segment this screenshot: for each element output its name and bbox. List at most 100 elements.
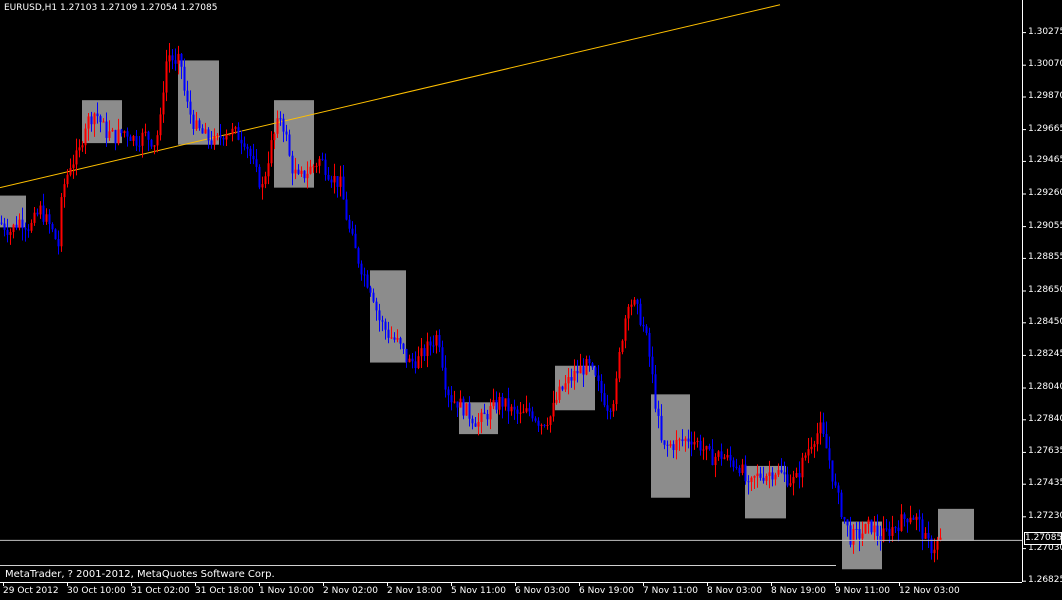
candle-body (783, 472, 786, 475)
candle-body (693, 442, 696, 445)
candle-body (762, 477, 765, 481)
candle-body (108, 131, 111, 138)
candle-body (492, 399, 495, 407)
candle-body (861, 533, 864, 539)
candle-body (675, 440, 678, 451)
chart-header: EURUSD,H1 1.27103 1.27109 1.27054 1.2708… (4, 3, 217, 14)
candle-body (405, 348, 408, 363)
candle-body (552, 402, 555, 417)
y-tick-label: 1.29665 (1028, 123, 1062, 134)
candle-body (846, 519, 849, 526)
candle-body (252, 155, 255, 160)
candle-body (666, 444, 669, 446)
candle-body (570, 377, 573, 381)
candle-body (735, 466, 738, 468)
y-tick-label: 1.30275 (1028, 26, 1062, 37)
candle-body (684, 438, 687, 442)
candle-body (873, 525, 876, 533)
candle-body (597, 375, 600, 381)
candle-body (789, 483, 792, 486)
candle-body (885, 528, 888, 530)
candle-body (600, 380, 603, 394)
candle-body (114, 130, 117, 144)
candle-body (585, 359, 588, 375)
chart-window[interactable]: EURUSD,H1 1.27103 1.27109 1.27054 1.2708… (0, 0, 1062, 600)
candle-body (294, 169, 297, 174)
candle-body (12, 224, 15, 232)
candle-body (921, 519, 924, 539)
candle-body (171, 55, 174, 61)
candle-body (450, 395, 453, 403)
candle-body (624, 318, 627, 341)
candle-body (63, 184, 66, 198)
y-tick-label: 1.28650 (1028, 285, 1062, 295)
candle-body (621, 340, 624, 353)
candle-body (441, 347, 444, 368)
candle-body (360, 263, 363, 275)
candle-body (459, 398, 462, 408)
candle-body (798, 473, 801, 478)
candle-body (768, 472, 771, 476)
x-tick-label: 5 Nov 11:00 (451, 586, 506, 596)
x-tick-label: 6 Nov 03:00 (515, 586, 570, 596)
candle-body (936, 539, 939, 550)
candle-body (27, 229, 30, 231)
candle-body (642, 324, 645, 327)
candle-body (168, 55, 171, 62)
candle-body (657, 408, 660, 416)
candle-body (84, 128, 87, 146)
candle-body (363, 274, 366, 276)
candle-body (504, 398, 507, 407)
x-tick-label: 9 Nov 11:00 (835, 586, 890, 596)
copyright-text: MetaTrader, ? 2001-2012, MetaQuotes Soft… (5, 569, 275, 580)
candle-body (525, 408, 528, 412)
y-tick-label: 1.28450 (1028, 316, 1062, 327)
candle-body (855, 528, 858, 530)
candle-body (219, 135, 222, 139)
symbol-label: EURUSD,H1 (4, 3, 58, 13)
candle-body (429, 341, 432, 346)
candle-body (141, 132, 144, 146)
candle-body (396, 338, 399, 340)
candle-body (690, 441, 693, 445)
candle-body (894, 527, 897, 529)
candle-body (534, 418, 537, 421)
candle-body (444, 367, 447, 390)
candle-body (618, 352, 621, 379)
candle-body (165, 61, 168, 93)
candle-body (378, 310, 381, 321)
candle-body (180, 53, 183, 67)
candle-body (315, 165, 318, 167)
candle-body (174, 60, 177, 64)
candle-body (138, 145, 141, 147)
candle-body (354, 233, 357, 249)
candle-body (834, 481, 837, 486)
candle-body (291, 155, 294, 174)
candle-body (561, 386, 564, 390)
candle-body (390, 337, 393, 339)
candle-body (123, 131, 126, 134)
candle-body (426, 341, 429, 357)
y-tick-label: 1.29260 (1028, 188, 1062, 198)
candle-body (651, 356, 654, 375)
candle-body (588, 359, 591, 364)
candle-body (708, 446, 711, 450)
candle-body (933, 549, 936, 554)
candle-body (372, 292, 375, 302)
candle-body (702, 449, 705, 451)
candle-body (249, 148, 252, 156)
candle-body (99, 116, 102, 123)
candle-body (288, 134, 291, 156)
candle-body (813, 444, 816, 447)
candle-body (78, 147, 81, 151)
price-chart[interactable] (0, 0, 1062, 600)
candle-body (357, 248, 360, 264)
candle-body (351, 228, 354, 234)
candle-body (102, 121, 105, 123)
candle-body (333, 176, 336, 183)
candle-body (858, 529, 861, 539)
candle-body (840, 492, 843, 518)
candle-body (753, 476, 756, 478)
candle-body (345, 199, 348, 220)
candle-body (285, 131, 288, 135)
